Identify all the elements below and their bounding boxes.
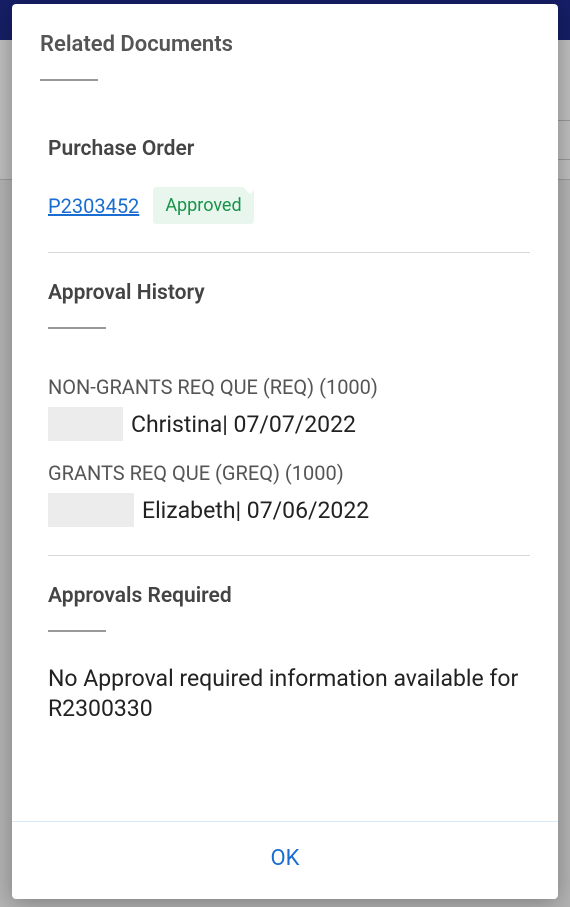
approvals-required-message: No Approval required information availab… [48,664,530,724]
purchase-order-link[interactable]: P2303452 [48,194,139,218]
approver-text: Christina| 07/07/2022 [131,411,356,438]
title-underline [40,79,98,81]
purchase-order-row: P2303452 Approved [48,187,530,224]
modal-body[interactable]: Purchase Order P2303452 Approved Approva… [12,97,558,821]
approval-history-item: GRANTS REQ QUE (GREQ) (1000) Elizabeth| 0… [48,461,530,527]
approval-history-section: Approval History NON-GRANTS REQ QUE (REQ… [48,253,530,556]
queue-name: GRANTS REQ QUE (GREQ) (1000) [48,461,530,485]
section-underline [48,630,106,632]
approval-history-item: NON-GRANTS REQ QUE (REQ) (1000) Christina… [48,375,530,441]
modal-footer: OK [12,821,558,899]
purchase-order-heading: Purchase Order [48,137,530,161]
section-underline [48,327,106,329]
queue-name: NON-GRANTS REQ QUE (REQ) (1000) [48,375,530,399]
modal-header: Related Documents [12,4,558,97]
status-badge: Approved [153,187,253,224]
purchase-order-section: Purchase Order P2303452 Approved [48,97,530,253]
redacted-block [48,493,134,527]
approvals-required-section: Approvals Required No Approval required … [48,556,530,724]
approver-text: Elizabeth| 07/06/2022 [142,497,369,524]
modal-title: Related Documents [40,32,530,57]
related-documents-modal: Related Documents Purchase Order P230345… [12,4,558,899]
ok-button[interactable]: OK [271,846,300,871]
approval-history-heading: Approval History [48,281,530,305]
approver-row: Christina| 07/07/2022 [48,407,530,441]
approvals-required-heading: Approvals Required [48,584,530,608]
redacted-block [48,407,123,441]
approval-history-list: NON-GRANTS REQ QUE (REQ) (1000) Christina… [48,375,530,527]
approver-row: Elizabeth| 07/06/2022 [48,493,530,527]
